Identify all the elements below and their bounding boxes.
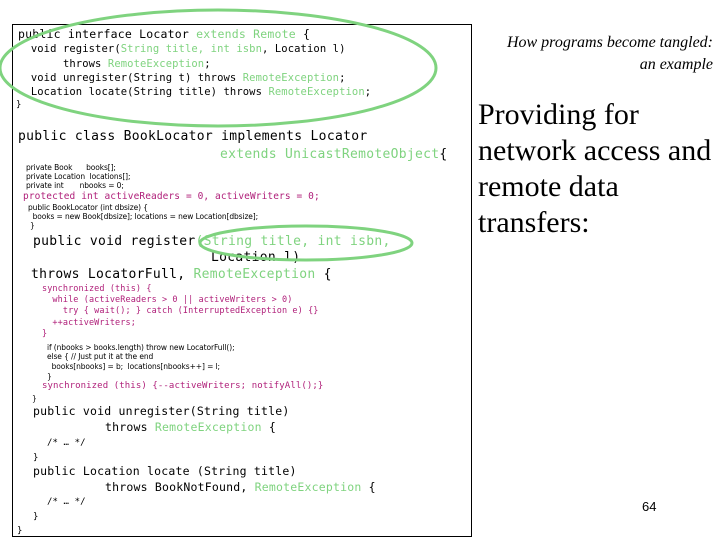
code-text: throws LocatorFull, [31,267,194,282]
code-text: void register( [18,43,121,55]
code-line: void unregister(String t) throws RemoteE… [18,73,346,84]
code-line: if (nbooks > books.length) throw new Loc… [47,343,235,352]
code-line: public void register(String title, int i… [33,235,391,248]
code-line: private Book books[]; [26,163,116,172]
code-line: void register(String title, int isbn, Lo… [18,44,346,55]
code-line: Location locate(String title) throws Rem… [18,87,371,98]
code-line: public Location locate (String title) [33,464,297,478]
code-text: { [439,147,448,162]
code-text: public interface Locator [18,27,197,41]
highlighted-code: extends Remote [196,27,296,41]
headline-line-2: network access and [478,134,712,167]
highlighted-code: RemoteException [154,420,262,434]
code-line: private int nbooks = 0; [26,181,124,190]
headline-line-3: remote data transfers: [478,170,619,239]
code-line: synchronized (this) {--activeWriters; no… [42,381,324,391]
code-line: } [47,372,52,381]
code-line: } [30,221,35,230]
code-line: books[nbooks] = b; locations[nbooks++] =… [47,362,220,371]
subtitle-line-1: How programs become tangled: [506,34,713,51]
code-line: throws LocatorFull, RemoteException { [31,268,332,281]
highlighted-code: RemoteException [193,267,316,282]
code-text: Location locate(String title) throws [18,86,269,98]
highlighted-code: RemoteException [242,72,340,84]
code-text: { [315,267,332,282]
code-line: private Location locations[]; [26,172,131,181]
highlighted-code: RemoteException [268,86,365,98]
code-line: public class BookLocator implements Loca… [18,129,368,144]
code-line: protected int activeReaders = 0, activeW… [23,191,320,202]
code-line: books = new Book[dbsize]; locations = ne… [28,212,259,221]
code-comment: /* … */ [47,438,86,448]
subtitle-line-2: an example [639,56,713,73]
code-line: try { wait(); } catch (InterruptedExcept… [42,306,319,316]
code-line: throws BookNotFound, RemoteException { [105,480,376,494]
code-text: ; [204,58,211,70]
code-line: extends UnicastRemoteObject{ [220,148,448,161]
code-text: { [295,27,311,41]
code-line: else { // Just put it at the end [47,352,154,361]
code-line: Location l) [211,250,301,265]
code-text: throws [105,420,155,434]
code-text: , Location l) [262,43,346,55]
code-line: while (activeReaders > 0 || activeWriter… [42,295,293,305]
code-text: public void register [33,234,196,249]
page-number: 64 [642,499,657,514]
code-line: ++activeWriters; [42,318,136,328]
code-line: } [17,526,23,536]
headline-line-1: Providing for [478,98,639,131]
code-comment: /* … */ [47,497,86,507]
code-line: public BookLocator (int dbsize) { [28,203,148,212]
code-text: ; [364,86,372,98]
code-line: public void unregister(String title) [33,404,290,418]
code-text: void unregister(String t) throws [18,72,243,84]
slide-headline: Providing for network access and remote … [478,97,720,241]
highlighted-code: (String title, int isbn, [195,234,391,249]
code-line: } [32,394,37,403]
code-text: ; [339,72,346,84]
highlighted-code: String title, int isbn [120,43,263,55]
code-line: synchronized (this) { [42,284,152,294]
code-text: throws BookNotFound, [105,480,255,494]
code-text: { [361,480,376,494]
code-line: throws RemoteException { [105,420,276,434]
code-line: public interface Locator extends Remote … [18,27,311,41]
code-line: } [42,329,48,339]
code-text: throws [18,58,108,70]
code-line: throws RemoteException; [18,59,211,70]
highlighted-code: RemoteException [107,58,205,70]
code-line: } [16,100,22,110]
highlighted-code: extends UnicastRemoteObject [220,147,440,162]
code-line: } [33,453,39,463]
highlighted-code: RemoteException [254,480,362,494]
code-line: } [33,512,39,522]
code-text: { [261,420,276,434]
